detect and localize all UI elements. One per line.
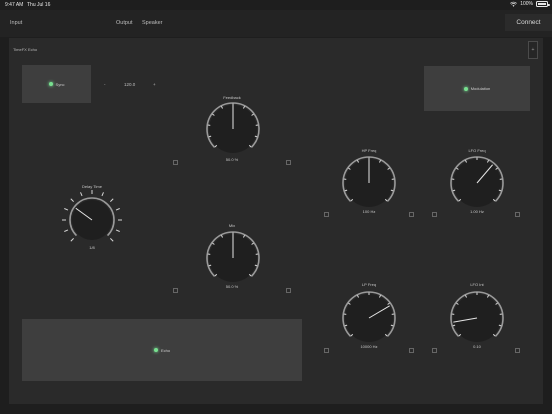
battery-percent: 100% xyxy=(520,1,533,7)
feedback-min-button[interactable] xyxy=(173,160,178,165)
echo-label: Echo xyxy=(160,347,171,353)
lfo-freq-max-button[interactable] xyxy=(515,212,520,217)
feedback-knob[interactable] xyxy=(195,91,271,167)
lfo-freq-value: 1.00 Hz xyxy=(470,209,484,214)
echo-toggle[interactable]: Echo xyxy=(22,319,302,381)
sync-led xyxy=(48,82,53,86)
mix-max-button[interactable] xyxy=(286,288,291,293)
speaker-tab[interactable]: Speaker xyxy=(142,20,163,26)
status-date: Thu Jul 16 xyxy=(27,2,51,8)
output-tab[interactable]: Output xyxy=(116,20,133,26)
status-right: 100% xyxy=(510,1,550,7)
add-button[interactable]: + xyxy=(528,41,538,59)
echo-led xyxy=(153,348,158,352)
connect-button[interactable]: Connect xyxy=(505,14,552,31)
input-tab[interactable]: Input xyxy=(10,20,22,26)
hp-freq-value: 100 Hz xyxy=(362,209,376,214)
tempo-value: 120.0 xyxy=(124,82,136,87)
feedback-value: 50.0 % xyxy=(225,157,239,162)
tempo-plus-button[interactable]: + xyxy=(153,82,156,87)
mix-min-button[interactable] xyxy=(173,288,178,293)
lp-freq-max-button[interactable] xyxy=(409,348,414,353)
lfo-int-min-button[interactable] xyxy=(432,348,437,353)
status-bar: 9:47 AM Thu Jul 16 100% xyxy=(0,0,552,10)
lfo-int-value: 0.10 xyxy=(473,344,481,349)
wifi-icon xyxy=(510,1,518,7)
feedback-max-button[interactable] xyxy=(286,160,291,165)
lp-freq-value: 10000 Hz xyxy=(360,344,378,349)
status-time: 9:47 AM xyxy=(5,2,24,8)
delay-time-knob[interactable] xyxy=(58,186,126,254)
battery-icon xyxy=(536,1,550,7)
hp-freq-min-button[interactable] xyxy=(324,212,329,217)
top-bar xyxy=(0,10,552,37)
sync-label: Sync xyxy=(55,81,65,87)
mix-value: 50.0 % xyxy=(225,284,239,289)
hp-freq-max-button[interactable] xyxy=(409,212,414,217)
lfo-freq-min-button[interactable] xyxy=(432,212,437,217)
tempo-minus-button[interactable]: - xyxy=(104,82,106,87)
panel-title: TimeFX Echo xyxy=(13,47,38,52)
lp-freq-min-button[interactable] xyxy=(324,348,329,353)
sync-toggle[interactable]: Sync xyxy=(22,65,91,103)
modulation-label: Modulation xyxy=(470,86,491,91)
modulation-toggle[interactable]: Modulation xyxy=(424,66,530,111)
delay-time-value: 1/8 xyxy=(89,245,95,250)
lfo-int-max-button[interactable] xyxy=(515,348,520,353)
modulation-led xyxy=(463,86,468,91)
